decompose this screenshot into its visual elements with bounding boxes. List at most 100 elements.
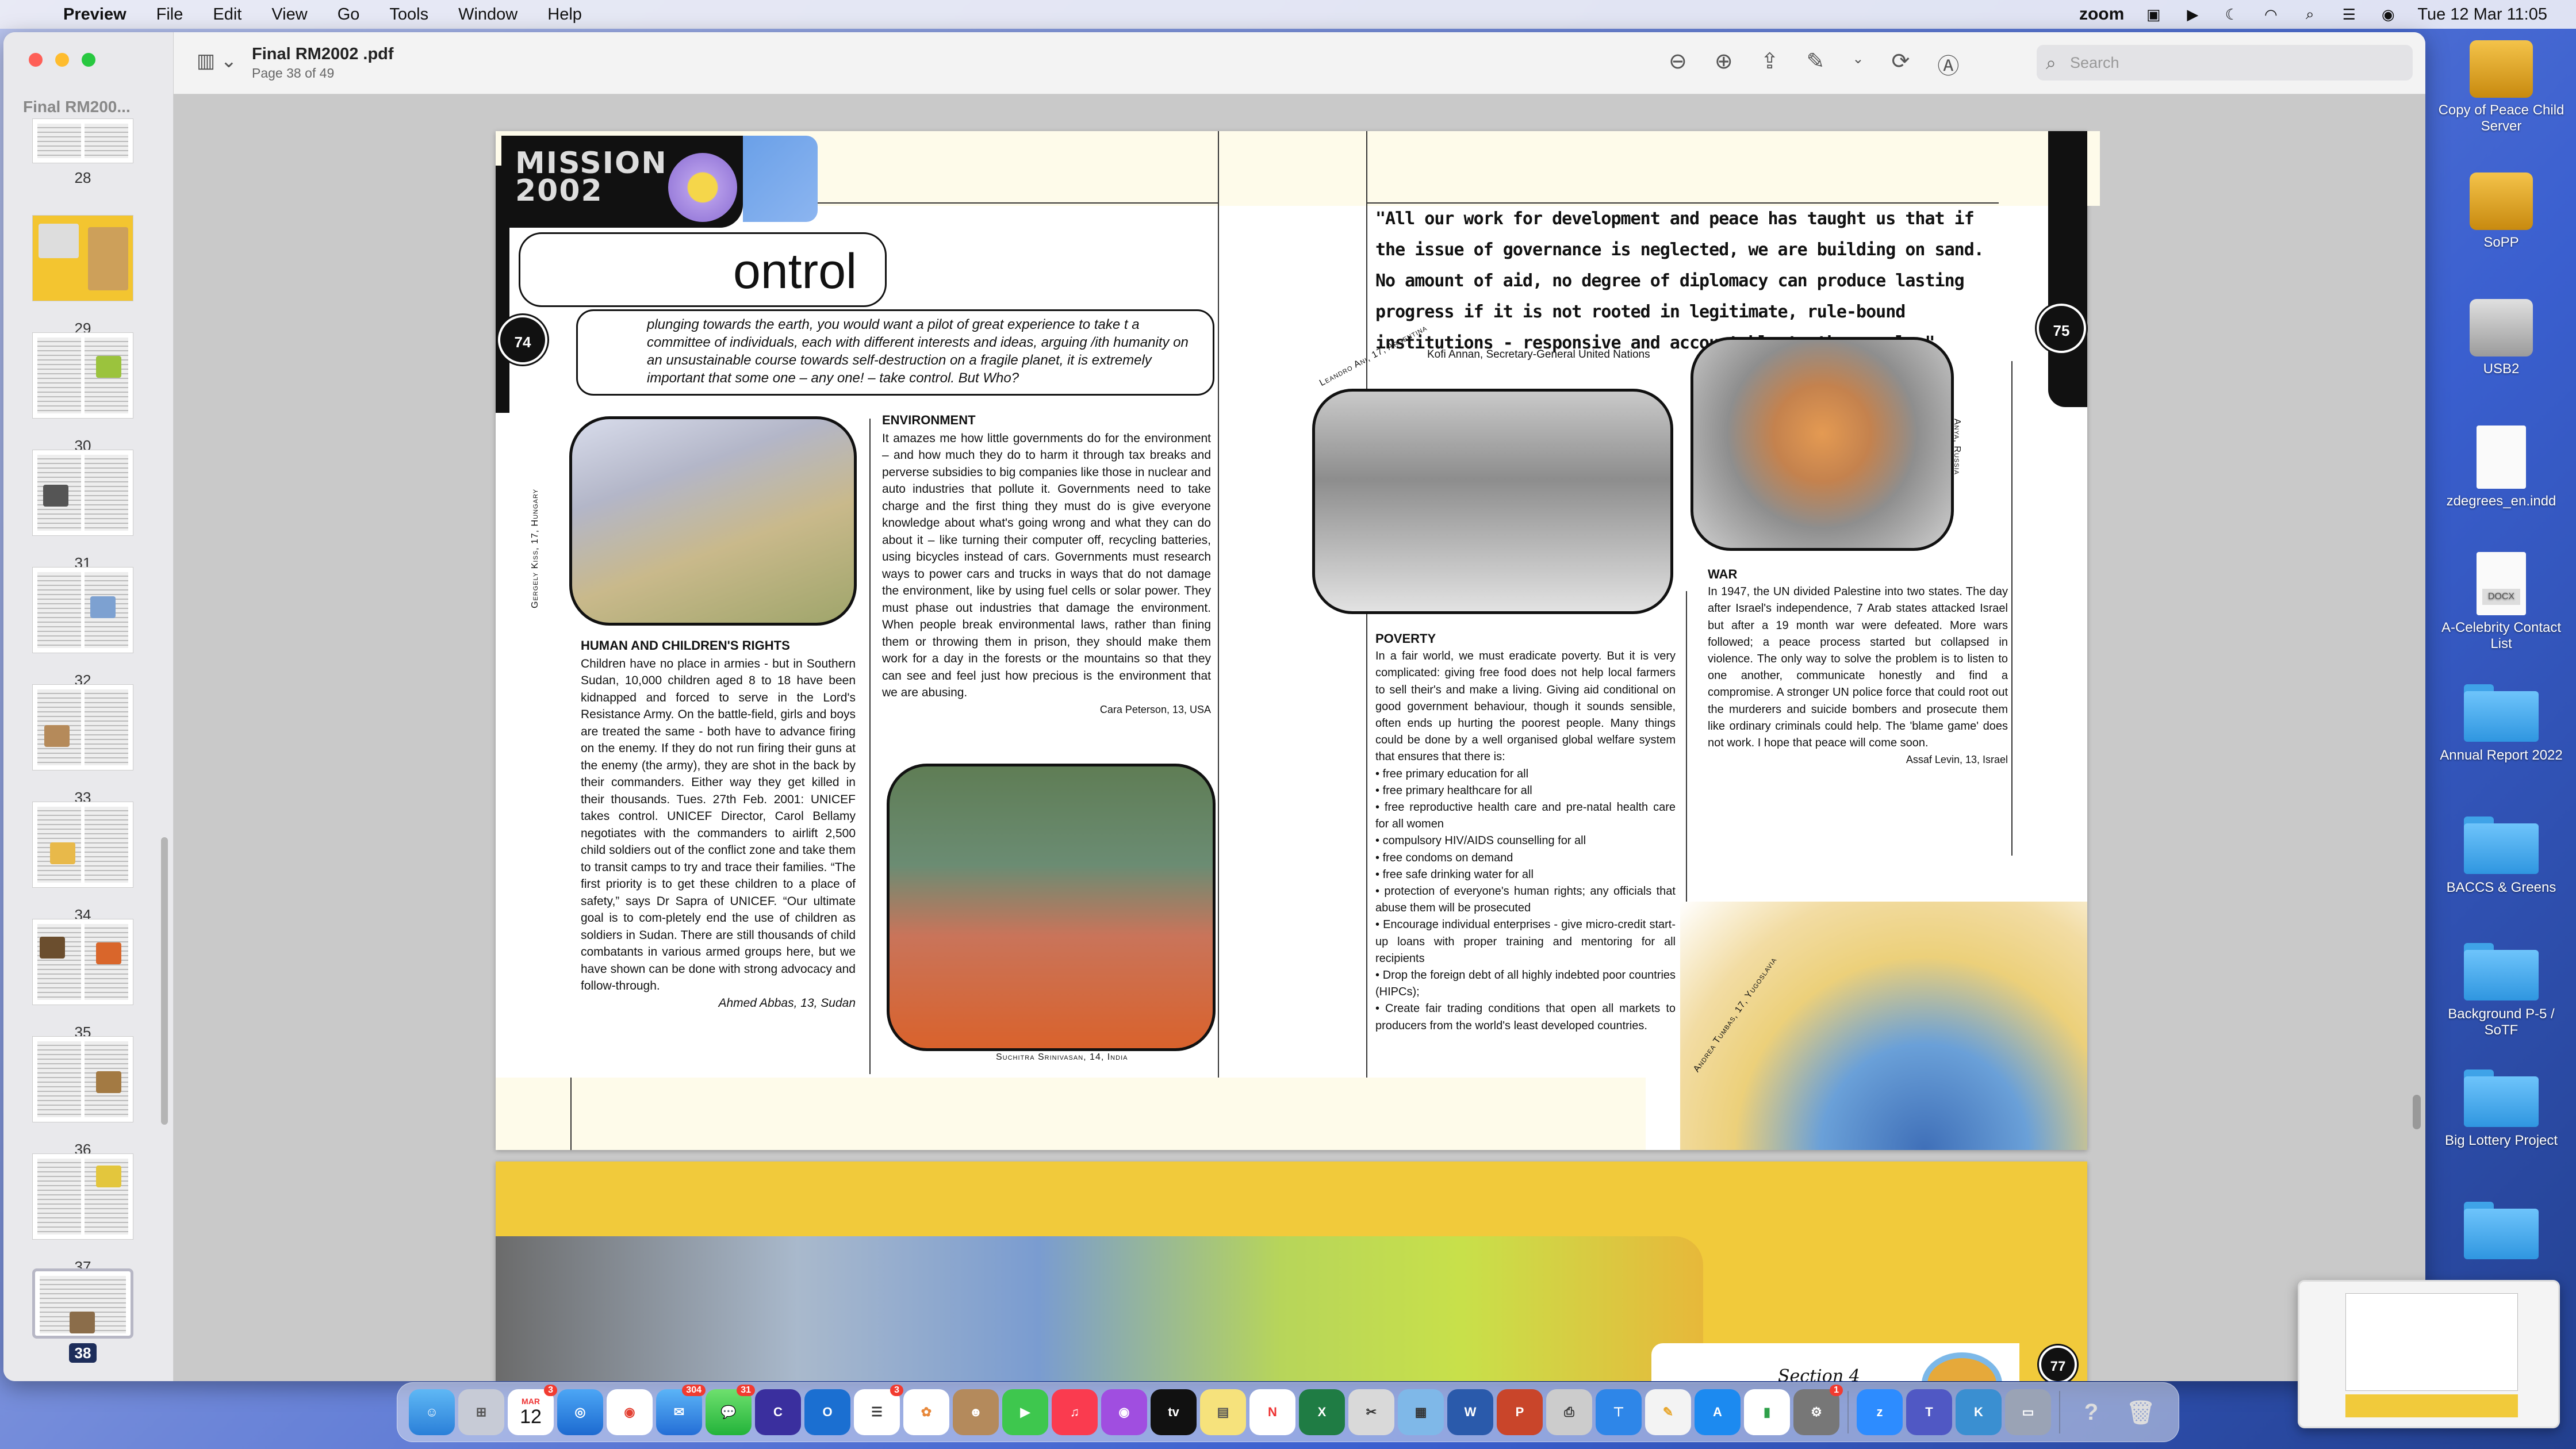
printer-icon[interactable]: ⎙	[1546, 1389, 1592, 1435]
sidebar-toggle-icon[interactable]: ▥ ⌄	[197, 49, 237, 72]
facetime-icon[interactable]: ▶	[1002, 1389, 1048, 1435]
zoom-out-icon[interactable]: ⊖	[1669, 48, 1687, 80]
desktop-item[interactable]: DOCX A-Celebrity Contact List	[2438, 552, 2564, 652]
desktop-item-label: Background P-5 / SoTF	[2448, 1006, 2555, 1038]
bullet-item: • protection of everyone's human rights;…	[1375, 885, 1676, 915]
desktop-item[interactable]: Background P-5 / SoTF	[2438, 943, 2564, 1038]
page-thumbnail[interactable]	[32, 215, 133, 301]
pages-icon[interactable]: ✎	[1645, 1389, 1691, 1435]
desktop-item[interactable]: USB2	[2438, 299, 2564, 377]
launchpad-icon[interactable]: ⊞	[458, 1389, 504, 1435]
page-thumbnail[interactable]	[32, 567, 133, 653]
help-icon[interactable]: ?	[2068, 1389, 2114, 1435]
news-icon[interactable]: N	[1249, 1389, 1295, 1435]
desktop-item[interactable]: SoPP	[2438, 172, 2564, 251]
messages-icon[interactable]: 💬 31	[706, 1385, 755, 1435]
menu-app-name[interactable]: Preview	[63, 5, 141, 24]
minimized-window-icon[interactable]: ▭	[2005, 1389, 2051, 1435]
desktop-item-label: Annual Report 2022	[2440, 747, 2563, 763]
settings-icon[interactable]: ⚙ 1	[1793, 1385, 1843, 1435]
notes-icon[interactable]: ▤	[1200, 1389, 1246, 1435]
desktop-item[interactable]: Copy of Peace Child Server	[2438, 40, 2564, 135]
zoom-status[interactable]: zoom	[2079, 5, 2124, 24]
finder-icon[interactable]: ☺	[409, 1389, 455, 1435]
control-center-icon[interactable]: ☰	[2339, 6, 2359, 23]
menu-help[interactable]: Help	[532, 5, 597, 24]
trash-icon[interactable]: 🗑	[2118, 1389, 2164, 1435]
footer-strip	[496, 1078, 1646, 1150]
rotate-icon[interactable]: ⟳	[1891, 48, 1910, 80]
siri-icon[interactable]: ◉	[2378, 6, 2398, 23]
page-thumbnail[interactable]	[32, 684, 133, 770]
chevron-down-icon[interactable]: ⌄	[1852, 48, 1864, 80]
document-viewer[interactable]: MISSION 2002 74 75 ontrol plunging toward…	[174, 94, 2425, 1381]
calendar-icon[interactable]: MAR 12 3	[508, 1385, 557, 1435]
zoom-in-icon[interactable]: ⊕	[1715, 48, 1733, 80]
word-icon[interactable]: W	[1447, 1389, 1493, 1435]
preview-window: Final RM200... 28 29 30 31 32 33 34 35 3…	[3, 32, 2425, 1381]
page-thumbnail-selected[interactable]	[32, 1268, 133, 1339]
photos-icon[interactable]: ✿	[903, 1389, 949, 1435]
search-icon: ⌕	[2046, 52, 2056, 73]
reminders-icon[interactable]: ☰ 3	[854, 1385, 903, 1435]
desktop-item[interactable]: BACCS & Greens	[2438, 816, 2564, 896]
menu-go[interactable]: Go	[323, 5, 375, 24]
podcasts-icon[interactable]: ◉	[1101, 1389, 1147, 1435]
page-thumbnail[interactable]	[32, 332, 133, 419]
page-thumbnail[interactable]	[32, 802, 133, 888]
mail-icon[interactable]: ✉ 304	[656, 1385, 706, 1435]
page-thumbnail[interactable]	[32, 450, 133, 536]
app-store-icon[interactable]: A	[1695, 1389, 1741, 1435]
minimize-button[interactable]	[55, 53, 69, 67]
play-icon[interactable]: ▶	[2183, 6, 2202, 23]
pull-quote: "All our work for development and peace …	[1375, 209, 1984, 353]
wifi-icon[interactable]: ◠	[2261, 6, 2280, 23]
menu-window[interactable]: Window	[443, 5, 532, 24]
page-thumbnail[interactable]	[32, 919, 133, 1005]
powerpoint-icon[interactable]: P	[1497, 1389, 1543, 1435]
page-thumbnail[interactable]	[32, 1036, 133, 1122]
page-thumbnail[interactable]	[32, 1153, 133, 1240]
outlook-icon[interactable]: O	[804, 1389, 850, 1435]
tv-icon[interactable]: tv	[1151, 1389, 1197, 1435]
moon-icon[interactable]: ☾	[2222, 6, 2241, 23]
thumb-page	[37, 1159, 81, 1235]
menu-edit[interactable]: Edit	[198, 5, 256, 24]
desktop-item[interactable]: Annual Report 2022	[2438, 684, 2564, 764]
chrome-icon[interactable]: ◉	[607, 1389, 653, 1435]
numbers-icon[interactable]: ▮	[1744, 1389, 1790, 1435]
app-k-icon[interactable]: K	[1956, 1389, 2002, 1435]
markup-icon[interactable]: Ⓐ	[1937, 48, 1959, 80]
safari-icon[interactable]: ◎	[557, 1389, 603, 1435]
music-icon[interactable]: ♫	[1052, 1389, 1098, 1435]
page-thumbnail[interactable]	[32, 118, 133, 163]
zoom-app-icon[interactable]: z	[1857, 1389, 1903, 1435]
zoom-button[interactable]	[82, 53, 95, 67]
contacts-icon[interactable]: ☻	[953, 1389, 999, 1435]
keynote-icon[interactable]: ⊤	[1596, 1389, 1642, 1435]
search-icon[interactable]: ⌕	[2300, 5, 2320, 22]
app-tools-icon[interactable]: ✂	[1348, 1389, 1394, 1435]
sidebar-scrollbar[interactable]	[161, 837, 168, 1125]
markup-pen-icon[interactable]: ✎	[1807, 48, 1825, 80]
share-icon[interactable]: ⇪	[1761, 48, 1779, 80]
app-status-icon[interactable]: ▣	[2144, 6, 2163, 23]
app-c-icon[interactable]: C	[755, 1389, 801, 1435]
desktop-item[interactable]: zdegrees_en.indd	[2438, 425, 2564, 509]
teams-icon[interactable]: T	[1906, 1389, 1952, 1435]
menu-view[interactable]: View	[256, 5, 322, 24]
thumb-image	[70, 1312, 95, 1333]
menu-tools[interactable]: Tools	[374, 5, 443, 24]
menu-file[interactable]: File	[141, 5, 198, 24]
preview-app-icon[interactable]: ▦	[1398, 1389, 1444, 1435]
drive-icon	[2470, 299, 2533, 356]
search-field[interactable]: ⌕ Search	[2037, 45, 2413, 80]
excel-icon[interactable]: X	[1299, 1389, 1345, 1435]
viewer-scrollbar[interactable]	[2413, 1095, 2421, 1129]
screenshot-thumbnail[interactable]	[2298, 1280, 2560, 1428]
desktop-item[interactable]	[2438, 1202, 2564, 1265]
clock[interactable]: Tue 12 Mar 11:05	[2417, 5, 2547, 24]
bullet-item: • free primary education for all	[1375, 767, 1529, 780]
close-button[interactable]	[29, 53, 43, 67]
desktop-item[interactable]: Big Lottery Project	[2438, 1070, 2564, 1149]
